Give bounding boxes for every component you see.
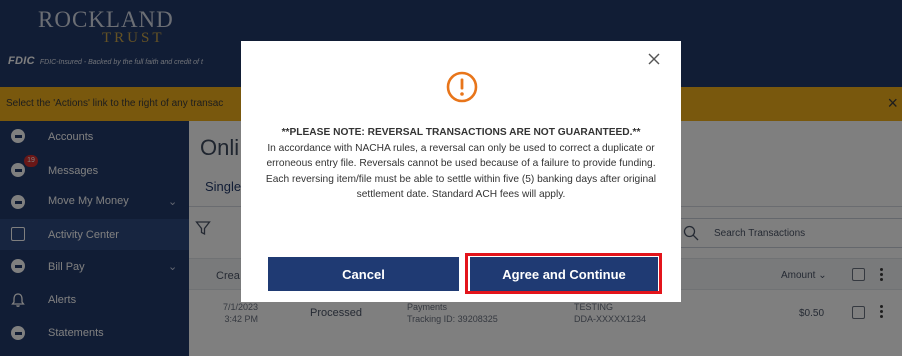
dialog-note: **PLEASE NOTE: REVERSAL TRANSACTIONS ARE… <box>281 127 641 138</box>
warning-icon <box>446 71 478 103</box>
dialog-message: **PLEASE NOTE: REVERSAL TRANSACTIONS ARE… <box>259 125 663 203</box>
close-icon[interactable] <box>646 51 662 67</box>
agree-button-highlight <box>465 253 662 294</box>
cancel-button[interactable]: Cancel <box>268 257 459 291</box>
dialog-body: In accordance with NACHA rules, a revers… <box>265 142 657 201</box>
